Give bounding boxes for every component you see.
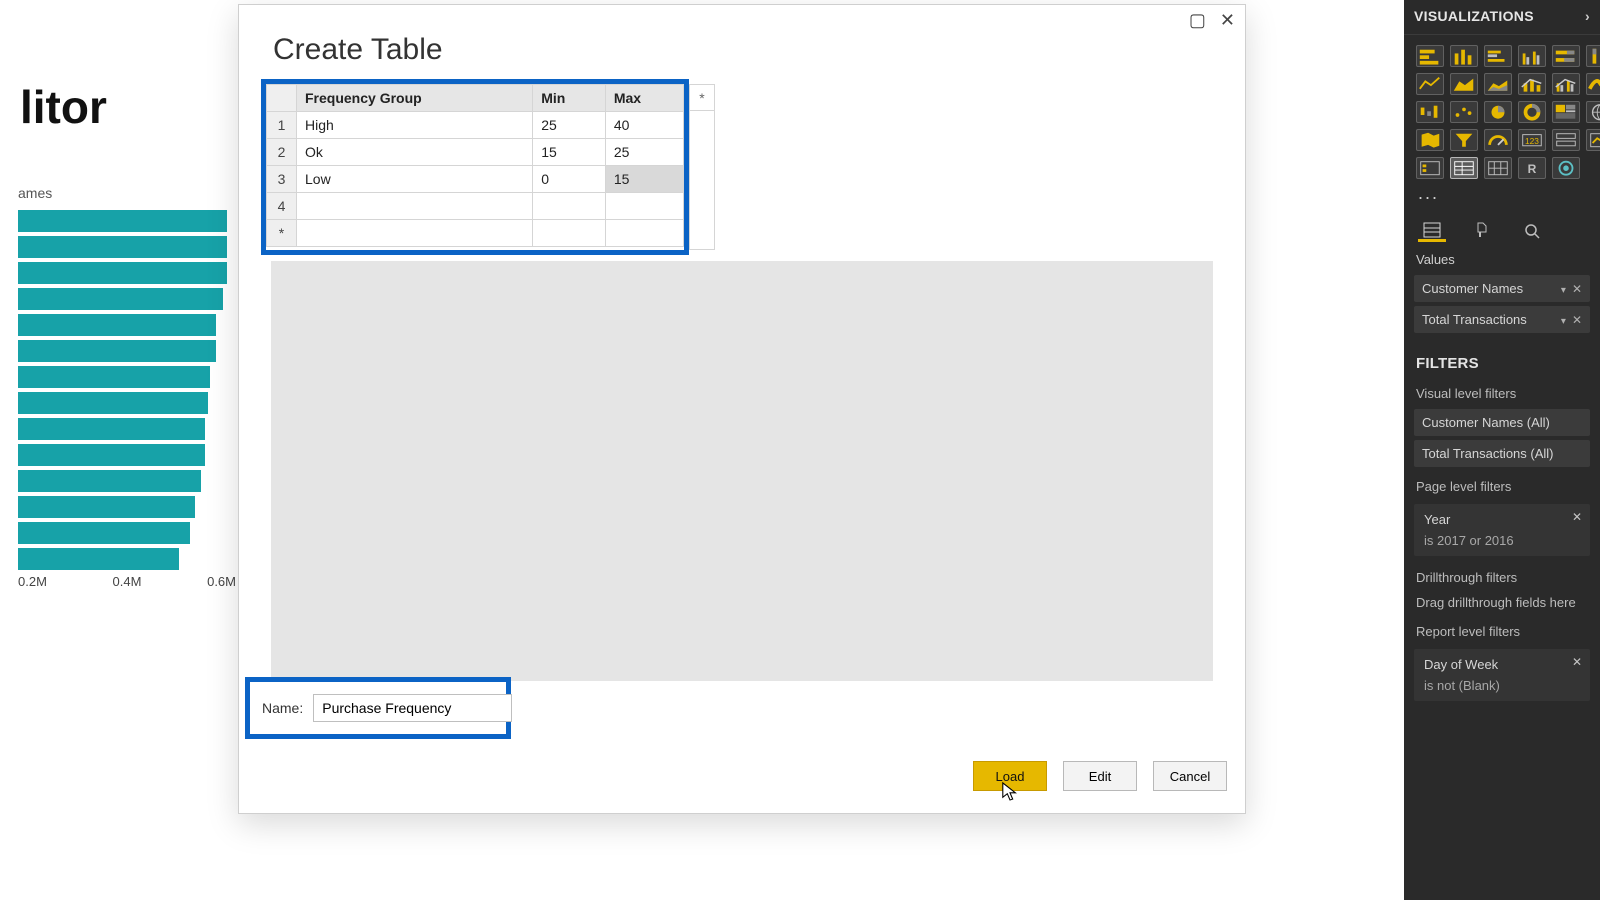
row-header-blank — [267, 85, 297, 112]
extra-col-header: * — [690, 85, 714, 111]
filled-map-icon[interactable] — [1416, 129, 1444, 151]
visual-filters-label: Visual level filters — [1404, 378, 1600, 405]
ribbon-chart-icon[interactable] — [1586, 73, 1600, 95]
remove-field-icon[interactable]: ✕ — [1572, 313, 1582, 327]
visual-filter-total-transactions[interactable]: Total Transactions (All) — [1414, 440, 1590, 467]
multi-row-card-icon[interactable] — [1552, 129, 1580, 151]
cursor-icon — [1001, 781, 1019, 801]
clustered-bar-chart-icon[interactable] — [1484, 45, 1512, 67]
x-tick: 0.6M — [207, 574, 236, 589]
fields-tab[interactable] — [1418, 220, 1446, 242]
slicer-icon[interactable] — [1416, 157, 1444, 179]
visualizations-panel: VISUALIZATIONS › 123 R — [1404, 0, 1600, 900]
waterfall-chart-icon[interactable] — [1416, 101, 1444, 123]
kpi-icon[interactable] — [1586, 129, 1600, 151]
remove-filter-icon[interactable]: ✕ — [1572, 655, 1582, 669]
table-row[interactable]: 2 Ok 15 25 — [267, 139, 684, 166]
remove-filter-icon[interactable]: ✕ — [1572, 510, 1582, 524]
table-name-input[interactable] — [313, 694, 512, 722]
col-header-max[interactable]: Max — [605, 85, 683, 112]
table-icon[interactable] — [1450, 157, 1478, 179]
page-title: litor — [20, 80, 107, 134]
table-row-new[interactable]: * — [267, 220, 684, 247]
stacked-bar-chart-icon[interactable] — [1416, 45, 1444, 67]
funnel-icon[interactable] — [1450, 129, 1478, 151]
analytics-tab[interactable] — [1518, 220, 1546, 242]
table-row[interactable]: 1 High 25 40 — [267, 112, 684, 139]
svg-text:123: 123 — [1525, 136, 1539, 146]
report-filter-day-of-week[interactable]: ✕ Day of Week is not (Blank) — [1414, 649, 1590, 701]
editor-canvas — [271, 261, 1213, 681]
bar-chart — [18, 210, 236, 574]
name-label: Name: — [262, 700, 303, 716]
drillthrough-hint: Drag drillthrough fields here — [1404, 589, 1600, 616]
line-clustered-column-icon[interactable] — [1552, 73, 1580, 95]
cancel-button[interactable]: Cancel — [1153, 761, 1227, 791]
dialog-title: Create Table — [273, 33, 443, 67]
format-tab[interactable] — [1468, 220, 1496, 242]
values-section-label: Values — [1404, 242, 1600, 271]
table-row[interactable]: 3 Low 0 15 — [267, 166, 684, 193]
donut-chart-icon[interactable] — [1518, 101, 1546, 123]
gauge-icon[interactable] — [1484, 129, 1512, 151]
more-visuals-icon[interactable]: ... — [1404, 183, 1600, 212]
matrix-icon[interactable] — [1484, 157, 1512, 179]
pie-chart-icon[interactable] — [1484, 101, 1512, 123]
card-icon[interactable]: 123 — [1518, 129, 1546, 151]
create-table-dialog: ▢ ✕ Create Table Frequency Group Min Max… — [238, 4, 1246, 814]
viz-gallery: 123 R — [1404, 35, 1600, 183]
table-editor[interactable]: Frequency Group Min Max 1 High 25 40 2 O… — [261, 79, 689, 255]
treemap-icon[interactable] — [1552, 101, 1580, 123]
maximize-icon[interactable]: ▢ — [1189, 11, 1206, 29]
name-input-group: Name: — [245, 677, 511, 739]
arcgis-map-icon[interactable] — [1552, 157, 1580, 179]
r-script-icon[interactable]: R — [1518, 157, 1546, 179]
col-header-frequency-group[interactable]: Frequency Group — [297, 85, 533, 112]
drillthrough-label: Drillthrough filters — [1404, 562, 1600, 589]
map-icon[interactable] — [1586, 101, 1600, 123]
stacked-area-icon[interactable] — [1484, 73, 1512, 95]
close-icon[interactable]: ✕ — [1220, 11, 1235, 29]
page-filter-year[interactable]: ✕ Year is 2017 or 2016 — [1414, 504, 1590, 556]
scatter-chart-icon[interactable] — [1450, 101, 1478, 123]
chart-x-axis: 0.2M 0.4M 0.6M — [18, 574, 236, 589]
field-total-transactions[interactable]: Total Transactions ▾✕ — [1414, 306, 1590, 333]
hundred-percent-bar-icon[interactable] — [1552, 45, 1580, 67]
chevron-down-icon[interactable]: ▾ — [1561, 285, 1566, 296]
line-chart-icon[interactable] — [1416, 73, 1444, 95]
filters-title: FILTERS — [1404, 337, 1600, 378]
x-tick: 0.4M — [113, 574, 142, 589]
report-filters-label: Report level filters — [1404, 616, 1600, 643]
pane-tabs — [1404, 212, 1600, 242]
chevron-down-icon[interactable]: ▾ — [1561, 316, 1566, 327]
edit-button[interactable]: Edit — [1063, 761, 1137, 791]
line-stacked-column-icon[interactable] — [1518, 73, 1546, 95]
viz-panel-title: VISUALIZATIONS — [1414, 8, 1534, 24]
chart-y-axis-label: ames — [18, 185, 52, 201]
col-header-min[interactable]: Min — [533, 85, 606, 112]
svg-text:R: R — [1528, 162, 1537, 176]
clustered-column-chart-icon[interactable] — [1518, 45, 1546, 67]
table-row[interactable]: 4 — [267, 193, 684, 220]
hundred-percent-column-icon[interactable] — [1586, 45, 1600, 67]
field-customer-names[interactable]: Customer Names ▾✕ — [1414, 275, 1590, 302]
visual-filter-customer-names[interactable]: Customer Names (All) — [1414, 409, 1590, 436]
stacked-column-chart-icon[interactable] — [1450, 45, 1478, 67]
page-filters-label: Page level filters — [1404, 471, 1600, 498]
x-tick: 0.2M — [18, 574, 47, 589]
area-chart-icon[interactable] — [1450, 73, 1478, 95]
remove-field-icon[interactable]: ✕ — [1572, 282, 1582, 296]
chevron-right-icon[interactable]: › — [1585, 8, 1590, 24]
extra-column-strip: * — [689, 84, 715, 250]
